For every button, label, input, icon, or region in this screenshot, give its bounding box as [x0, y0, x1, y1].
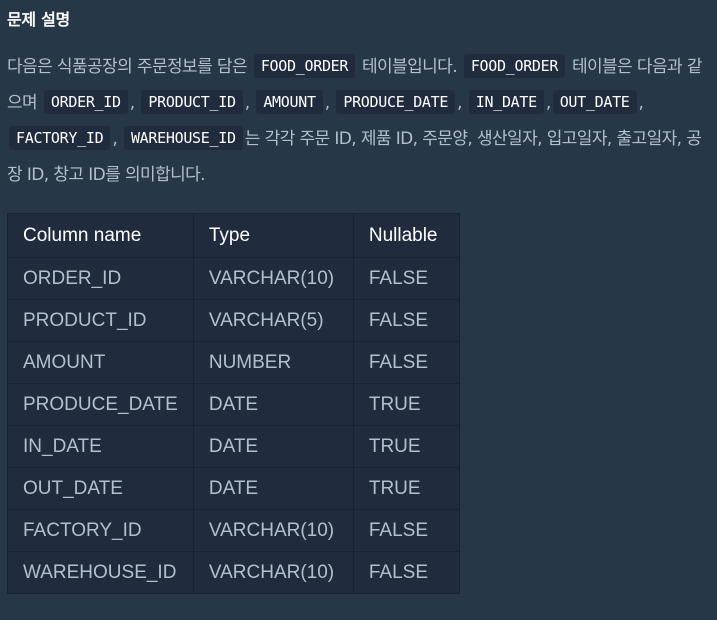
problem-description-page: 문제 설명 다음은 식품공장의 주문정보를 담은 FOOD_ORDER 테이블입…: [0, 0, 717, 620]
table-row: PRODUCT_ID VARCHAR(5) FALSE: [7, 299, 460, 342]
column-name-cell: FACTORY_ID: [7, 509, 194, 552]
separator: ,: [129, 93, 135, 113]
section-title: 문제 설명: [7, 10, 70, 29]
column-name-cell: OUT_DATE: [7, 467, 194, 510]
code-order-id: ORDER_ID: [43, 90, 128, 114]
table-row: IN_DATE DATE TRUE: [7, 425, 460, 468]
type-cell: DATE: [192, 467, 354, 510]
table-row: ORDER_ID VARCHAR(10) FALSE: [7, 257, 460, 300]
column-name-cell: AMOUNT: [7, 341, 194, 384]
table-row: PRODUCE_DATE DATE TRUE: [7, 383, 460, 426]
nullable-cell: TRUE: [352, 425, 460, 468]
separator: ,: [244, 93, 250, 113]
separator: ,: [112, 129, 118, 149]
code-in-date: IN_DATE: [468, 90, 544, 114]
code-product-id: PRODUCT_ID: [141, 90, 243, 114]
type-cell: DATE: [192, 425, 354, 468]
description-text: 테이블입니다.: [361, 57, 458, 77]
column-name-cell: ORDER_ID: [7, 257, 194, 300]
code-amount: AMOUNT: [256, 90, 323, 114]
schema-table: Column name Type Nullable ORDER_ID VARCH…: [7, 213, 460, 594]
table-row: AMOUNT NUMBER FALSE: [7, 341, 460, 384]
column-header: Column name: [7, 213, 194, 258]
nullable-cell: FALSE: [352, 551, 460, 594]
code-food-order: FOOD_ORDER: [463, 54, 566, 78]
separator: ,: [545, 93, 551, 113]
column-name-cell: PRODUCT_ID: [7, 299, 194, 342]
separator: ,: [457, 93, 462, 113]
nullable-cell: FALSE: [352, 341, 460, 384]
nullable-cell: FALSE: [352, 509, 460, 552]
column-name-cell: WAREHOUSE_ID: [7, 551, 194, 594]
code-warehouse-id: WAREHOUSE_ID: [123, 126, 243, 150]
type-cell: VARCHAR(10): [192, 509, 354, 552]
nullable-cell: TRUE: [352, 383, 460, 426]
code-food-order: FOOD_ORDER: [253, 54, 356, 78]
description-text: 다음은 식품공장의 주문정보를 담은: [7, 57, 248, 77]
separator: ,: [638, 93, 644, 113]
nullable-cell: FALSE: [352, 257, 460, 300]
code-out-date: OUT_DATE: [552, 90, 637, 114]
table-row: OUT_DATE DATE TRUE: [7, 467, 460, 510]
type-cell: VARCHAR(10): [192, 551, 354, 594]
column-name-cell: IN_DATE: [7, 425, 194, 468]
type-cell: DATE: [192, 383, 354, 426]
code-produce-date: PRODUCE_DATE: [336, 90, 456, 114]
separator: ,: [324, 93, 330, 113]
type-cell: NUMBER: [192, 341, 354, 384]
table-row: FACTORY_ID VARCHAR(10) FALSE: [7, 509, 460, 552]
column-name-cell: PRODUCE_DATE: [7, 383, 194, 426]
nullable-cell: TRUE: [352, 467, 460, 510]
column-header: Nullable: [352, 213, 460, 258]
code-factory-id: FACTORY_ID: [9, 126, 111, 150]
type-cell: VARCHAR(5): [192, 299, 354, 342]
table-header-row: Column name Type Nullable: [7, 213, 460, 258]
type-cell: VARCHAR(10): [192, 257, 354, 300]
nullable-cell: FALSE: [352, 299, 460, 342]
problem-description: 다음은 식품공장의 주문정보를 담은 FOOD_ORDER 테이블입니다. FO…: [7, 49, 707, 193]
column-header: Type: [192, 213, 354, 258]
table-row: WAREHOUSE_ID VARCHAR(10) FALSE: [7, 551, 460, 594]
